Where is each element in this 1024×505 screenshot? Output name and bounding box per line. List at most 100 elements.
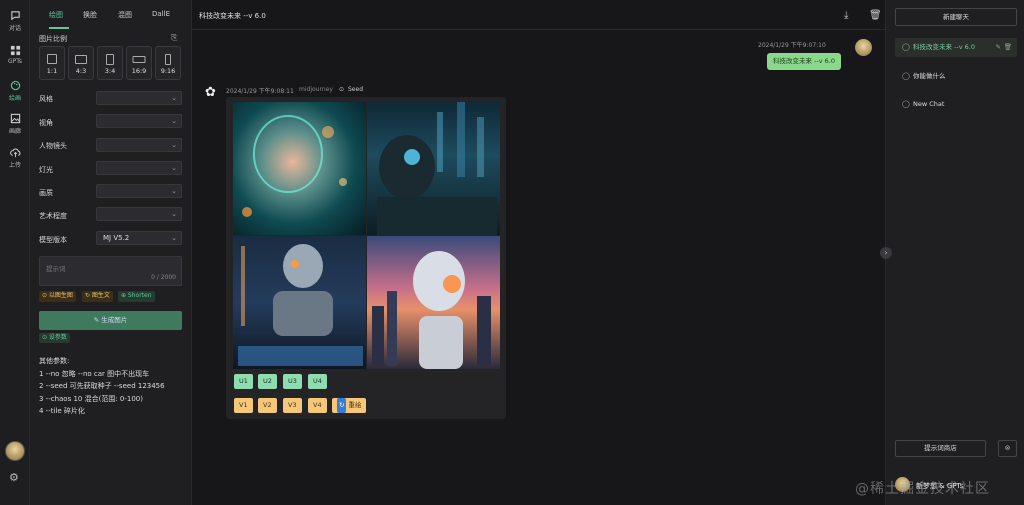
light-select[interactable]: ⌄ xyxy=(96,161,182,175)
upscale-button-1[interactable]: U1 xyxy=(234,374,253,389)
variation-button-4[interactable]: V4 xyxy=(308,398,327,413)
chat-icon xyxy=(10,11,20,21)
draw-tabs: 绘图 换脸 混图 DallE xyxy=(30,10,192,26)
chat-bubble-icon: ◯ xyxy=(902,72,910,80)
grid-icon xyxy=(10,45,20,56)
clipboard-icon[interactable]: ⎘ xyxy=(171,33,177,43)
rail-item-gpts[interactable]: GPTs xyxy=(0,45,30,65)
ratio-1-1[interactable]: 1:1 xyxy=(39,46,65,80)
upscale-button-4[interactable]: U4 xyxy=(308,374,327,389)
gear-icon[interactable]: ⚙ xyxy=(9,472,21,484)
palette-icon xyxy=(10,80,20,91)
shot-select[interactable]: ⌄ xyxy=(96,138,182,152)
tab-draw[interactable]: 绘图 xyxy=(49,10,63,20)
ratio-4-3[interactable]: 4:3 xyxy=(68,46,94,80)
history-label: 你能做什么 xyxy=(913,72,946,80)
param-line: 3 --chaos 10 混合(范围: 0-100) xyxy=(39,394,143,403)
ratio-9-16[interactable]: 9:16 xyxy=(155,46,181,80)
params-chip[interactable]: ⊙ 设参数 xyxy=(39,333,70,343)
view-select[interactable]: ⌄ xyxy=(96,114,182,128)
cloud-upload-icon xyxy=(9,148,20,158)
seed-icon[interactable]: ⊙ xyxy=(339,86,344,93)
upscale-button-3[interactable]: U3 xyxy=(283,374,302,389)
ratio-label: 4:3 xyxy=(75,67,87,75)
variation-button-1[interactable]: V1 xyxy=(234,398,253,413)
rail-label: 画廊 xyxy=(8,128,21,135)
new-chat-button[interactable]: 新建聊天 xyxy=(895,8,1017,26)
watermark: @稀土掘金技术社区 xyxy=(855,481,990,497)
tab-blend[interactable]: 混图 xyxy=(118,10,132,20)
select-label: 人物镜头 xyxy=(39,142,67,150)
history-item[interactable]: ◯ New Chat xyxy=(895,95,1017,114)
chevron-down-icon: ⌄ xyxy=(171,187,177,195)
image-result-card: U1 U2 U3 U4 V1 V2 V3 V4 ↻ 重绘 xyxy=(226,97,506,419)
chat-bubble-icon: ◯ xyxy=(902,100,910,108)
seed-link[interactable]: Seed xyxy=(348,86,363,93)
ratio-label: 9:16 xyxy=(160,67,176,75)
settings-circle-icon[interactable]: ⊗ xyxy=(998,440,1017,457)
openai-icon: ✿ xyxy=(205,85,216,100)
rail-label: 上传 xyxy=(8,162,21,169)
draw-settings-panel: 绘图 换脸 混图 DallE 图片比例 ⎘ 1:1 4:3 3:4 16:9 9… xyxy=(30,0,192,505)
art-select[interactable]: ⌄ xyxy=(96,207,182,221)
nav-rail: 对话 GPTs 绘画 画廊 上传 ⚙ xyxy=(0,0,30,505)
select-label: 灯光 xyxy=(39,166,53,174)
generate-button[interactable]: ✎ 生成图片 xyxy=(39,311,182,330)
ratio-3-4[interactable]: 3:4 xyxy=(97,46,123,80)
generated-image-2[interactable] xyxy=(367,102,500,235)
redraw-button[interactable]: ↻ 重绘 xyxy=(332,398,367,413)
tab-faceswap[interactable]: 换脸 xyxy=(83,10,97,20)
redraw-label: 重绘 xyxy=(348,401,362,409)
trash-icon[interactable]: 🗑 xyxy=(1004,38,1012,57)
user-avatar[interactable] xyxy=(5,441,25,461)
generated-image-1[interactable] xyxy=(233,102,366,235)
style-select[interactable]: ⌄ xyxy=(96,91,182,105)
collapse-panel-button[interactable]: › xyxy=(880,247,892,259)
char-counter: 0 / 2000 xyxy=(151,274,176,281)
rail-item-gallery[interactable]: 画廊 xyxy=(0,113,30,135)
square-icon xyxy=(47,54,57,64)
variation-button-3[interactable]: V3 xyxy=(283,398,302,413)
chevron-down-icon: ⌄ xyxy=(171,94,177,102)
rail-label: GPTs xyxy=(7,58,23,65)
img2text-chip[interactable]: ↻ 图生文 xyxy=(82,291,113,302)
chevron-down-icon: ⌄ xyxy=(171,117,177,125)
chat-title: 科技改变未来 --v 6.0 xyxy=(199,12,266,20)
ratio-label: 1:1 xyxy=(46,67,58,75)
prompt-input[interactable]: 提示词 0 / 2000 xyxy=(39,256,182,286)
chevron-down-icon: ⌄ xyxy=(171,234,177,242)
shorten-chip[interactable]: ⊕ Shorten xyxy=(118,291,155,302)
select-value: MJ V5.2 xyxy=(103,234,130,242)
upscale-button-2[interactable]: U2 xyxy=(258,374,277,389)
param-line: 1 --no 忽略 --no car 图中不出现车 xyxy=(39,369,150,378)
select-label: 视角 xyxy=(39,119,53,127)
variation-button-2[interactable]: V2 xyxy=(258,398,277,413)
generated-image-4[interactable] xyxy=(367,236,500,369)
select-label: 画质 xyxy=(39,189,53,197)
ratio-label: 图片比例 xyxy=(39,35,67,43)
prompt-market-button[interactable]: 提示词商店 xyxy=(895,440,986,457)
param-line: 4 --tile 碎片化 xyxy=(39,407,85,415)
img2img-chip[interactable]: ⊙ 以图生图 xyxy=(39,291,76,302)
rail-label: 绘画 xyxy=(8,95,21,102)
active-tab-indicator xyxy=(49,27,69,29)
rail-item-chat[interactable]: 对话 xyxy=(0,10,30,32)
tab-dalle[interactable]: DallE xyxy=(152,10,170,18)
rail-item-upload[interactable]: 上传 xyxy=(0,147,30,169)
history-sidebar: 新建聊天 ◯ 科技改变未来 --v 6.0 ✎ 🗑 ◯ 你能做什么 ◯ New … xyxy=(885,0,1024,505)
history-item[interactable]: ◯ 你能做什么 xyxy=(895,67,1017,86)
edit-icon[interactable]: ✎ xyxy=(996,38,1001,57)
history-item[interactable]: ◯ 科技改变未来 --v 6.0 ✎ 🗑 xyxy=(895,38,1017,57)
chat-bubble-icon: ◯ xyxy=(902,43,910,51)
download-icon[interactable]: ⤓ xyxy=(844,10,848,21)
ratio-label: 16:9 xyxy=(131,67,147,75)
landscape-icon xyxy=(75,55,87,64)
generated-image-3[interactable] xyxy=(233,236,366,369)
chat-header: 科技改变未来 --v 6.0 ⤓ 🗑 xyxy=(192,0,885,30)
history-label: 科技改变未来 --v 6.0 xyxy=(913,43,976,51)
rail-item-draw[interactable]: 绘画 xyxy=(0,80,30,102)
trash-icon[interactable]: 🗑 xyxy=(869,10,882,21)
quality-select[interactable]: ⌄ xyxy=(96,184,182,198)
model-select[interactable]: MJ V5.2 ⌄ xyxy=(96,231,182,245)
ratio-16-9[interactable]: 16:9 xyxy=(126,46,152,80)
